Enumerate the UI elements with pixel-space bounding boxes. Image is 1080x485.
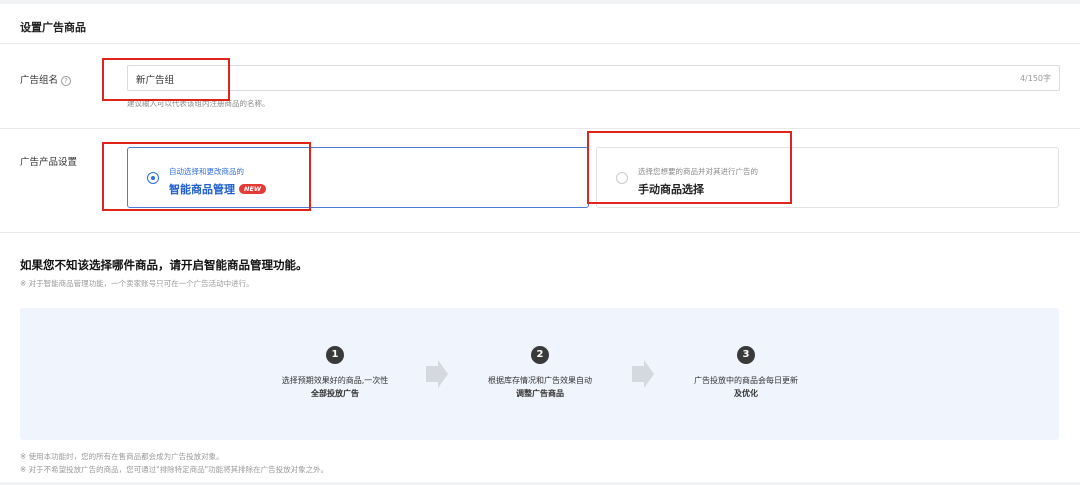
step-number: 3 <box>737 346 755 364</box>
step-line: 调整广告商品 <box>516 389 564 398</box>
step-2: 2 根据库存情况和广告效果自动 调整广告商品 <box>440 346 640 400</box>
step-number: 2 <box>531 346 549 364</box>
ad-group-name-label: 广告组名? <box>20 72 72 86</box>
divider <box>0 128 1080 129</box>
footnote: ※ 使用本功能时，您的所有在售商品都会成为广告投放对象。 <box>20 452 224 461</box>
help-icon[interactable]: ? <box>61 75 72 86</box>
promo-note: ※ 对于智能商品管理功能，一个卖家账号只可在一个广告活动中进行。 <box>20 279 254 288</box>
highlight-box-ad-group-name <box>102 58 230 101</box>
character-counter: 4/150字 <box>1019 74 1051 83</box>
step-text: 根据库存情况和广告效果自动 调整广告商品 <box>440 374 640 400</box>
footnote: ※ 对于不希望投放广告的商品，您可通过"排除特定商品"功能将其排除在广告投放对象… <box>20 465 329 474</box>
divider <box>0 43 1080 44</box>
step-number: 1 <box>326 346 344 364</box>
section-title: 设置广告商品 <box>20 21 86 34</box>
ad-product-settings-card: 设置广告商品 广告组名? 新广告组 4/150字 建议输入可以代表该组内注册商品… <box>0 4 1080 482</box>
ad-group-name-label-text: 广告组名 <box>20 75 59 86</box>
highlight-box-manual-option <box>587 131 792 204</box>
promo-headline: 如果您不知该选择哪件商品，请开启智能商品管理功能。 <box>20 258 308 272</box>
step-line: 根据库存情况和广告效果自动 <box>488 376 592 385</box>
step-3: 3 广告投放中的商品会每日更新 及优化 <box>646 346 846 400</box>
step-line: 选择预期效果好的商品,一次性 <box>281 376 389 385</box>
divider <box>0 232 1080 233</box>
step-line: 广告投放中的商品会每日更新 <box>694 376 798 385</box>
highlight-box-smart-option <box>102 142 311 211</box>
steps-panel: 1 选择预期效果好的商品,一次性 全部投放广告 2 根据库存情况和广告效果自动 … <box>20 308 1059 440</box>
step-text: 广告投放中的商品会每日更新 及优化 <box>646 374 846 400</box>
step-line: 全部投放广告 <box>311 389 359 398</box>
step-1: 1 选择预期效果好的商品,一次性 全部投放广告 <box>235 346 435 400</box>
step-text: 选择预期效果好的商品,一次性 全部投放广告 <box>235 374 435 400</box>
ad-group-name-input[interactable]: 新广告组 4/150字 <box>127 65 1060 91</box>
product-setting-label: 广告产品设置 <box>20 157 78 168</box>
step-line: 及优化 <box>734 389 758 398</box>
